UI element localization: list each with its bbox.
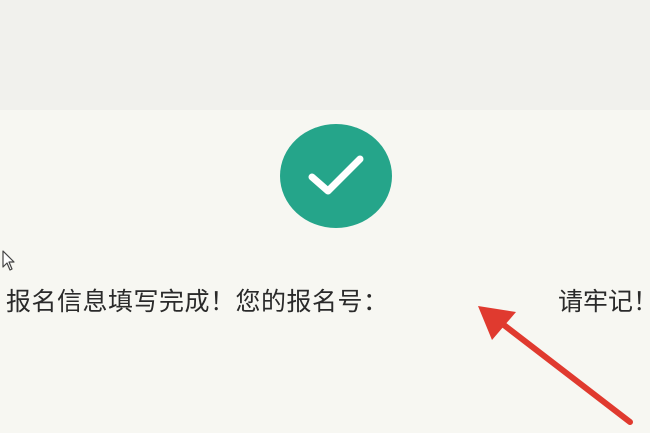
- annotation-arrow: [478, 306, 633, 425]
- registration-complete-message: 报名信息填写完成！您的报名号：: [6, 287, 389, 316]
- success-badge: [280, 124, 392, 228]
- mouse-cursor-icon: [2, 250, 15, 271]
- check-icon: [308, 155, 364, 195]
- header-band: [0, 0, 650, 110]
